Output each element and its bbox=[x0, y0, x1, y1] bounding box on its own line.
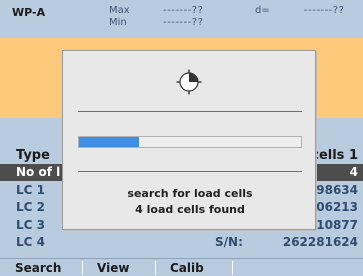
row-value: 4 bbox=[349, 165, 358, 179]
serial-number-label: S/N: bbox=[215, 235, 243, 249]
progress-fill bbox=[79, 137, 139, 147]
tab-divider bbox=[232, 261, 233, 275]
row-label: LC 1 bbox=[16, 183, 45, 197]
row-value: 10877 bbox=[316, 218, 358, 232]
table-header-cells: cells 1 bbox=[311, 148, 358, 163]
max-value: -------?? bbox=[163, 5, 204, 16]
row-value: 98634 bbox=[316, 183, 358, 197]
table-header-type: Type bbox=[16, 148, 50, 163]
row-value: 262281624 bbox=[282, 235, 358, 249]
divider-bottom bbox=[78, 171, 302, 172]
tab-divider bbox=[155, 261, 156, 275]
search-progress-dialog: search for load cells 4 load cells found bbox=[62, 50, 316, 230]
row-label: LC 3 bbox=[16, 218, 45, 232]
row-value: 06213 bbox=[316, 200, 358, 214]
app-screen: WP-A Max Min -------?? -------?? d= ----… bbox=[0, 0, 363, 276]
divider-top bbox=[78, 111, 302, 112]
progress-bar bbox=[78, 136, 302, 148]
status-message: search for load cells bbox=[127, 187, 253, 200]
d-label: d= bbox=[255, 5, 270, 16]
softkey-bar: Search View Calib bbox=[0, 258, 363, 276]
view-tab[interactable]: View bbox=[97, 261, 129, 275]
row-label: LC 4 bbox=[16, 235, 45, 249]
min-label: Min bbox=[109, 17, 127, 28]
search-tab[interactable]: Search bbox=[15, 261, 61, 275]
table-row[interactable]: LC 4 S/N: 262281624 bbox=[0, 234, 363, 251]
header-bar: WP-A Max Min -------?? -------?? d= ----… bbox=[0, 0, 363, 38]
row-label: LC 2 bbox=[16, 200, 45, 214]
max-label: Max bbox=[109, 5, 130, 16]
calib-tab[interactable]: Calib bbox=[170, 261, 204, 275]
tab-divider bbox=[82, 261, 83, 275]
row-label: No of l bbox=[16, 165, 61, 179]
result-message: 4 load cells found bbox=[135, 203, 245, 216]
d-value: -------?? bbox=[304, 5, 345, 16]
min-value: -------?? bbox=[163, 17, 204, 28]
device-title: WP-A bbox=[12, 6, 46, 19]
clock-icon bbox=[176, 69, 202, 95]
